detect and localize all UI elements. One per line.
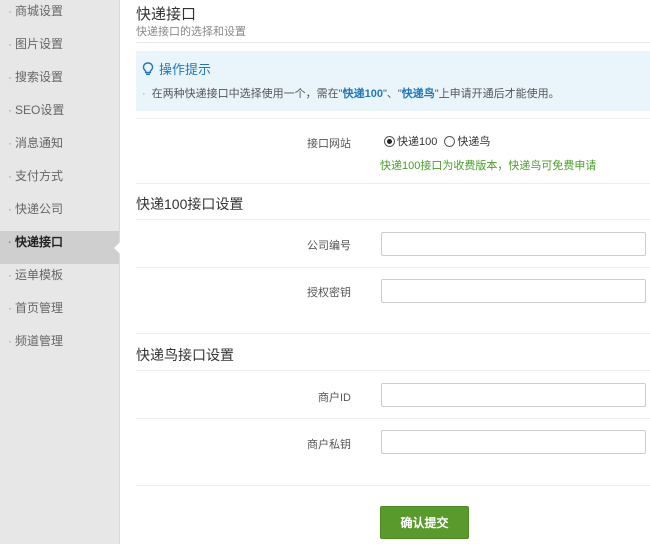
radio-label: 快递鸟 bbox=[457, 136, 491, 148]
tips-highlight-kdniao: 快递鸟 bbox=[401, 88, 435, 100]
divider bbox=[136, 418, 650, 419]
bullet: · bbox=[8, 70, 12, 84]
bullet: · bbox=[8, 334, 12, 348]
company-code-input[interactable] bbox=[381, 232, 646, 256]
sidebar-item-label: 快递接口 bbox=[15, 235, 64, 249]
sidebar-item-label: 支付方式 bbox=[15, 169, 64, 183]
tips-text: · 在两种快递接口中选择使用一个，需在"快递100"、"快递鸟"上申请开通后才能使… bbox=[142, 85, 560, 101]
radio-kd100[interactable]: 快递100 bbox=[384, 133, 437, 149]
sidebar-item-label: SEO设置 bbox=[15, 103, 65, 117]
divider bbox=[136, 42, 650, 43]
radio-checked-icon[interactable] bbox=[384, 136, 395, 147]
sidebar-item-label: 图片设置 bbox=[15, 37, 64, 51]
bullet: · bbox=[8, 169, 12, 183]
sidebar-item-channels[interactable]: · 频道管理 bbox=[0, 330, 119, 363]
tips-highlight-kd100: 快递100 bbox=[342, 88, 383, 100]
bullet: · bbox=[8, 103, 12, 117]
main-content: 快递接口 快递接口的选择和设置 操作提示 · 在两种快递接口中选择使用一个，需在"… bbox=[136, 0, 650, 544]
sidebar-item-label: 运单模板 bbox=[15, 268, 64, 282]
merchant-id-input[interactable] bbox=[381, 383, 646, 407]
tips-header: 操作提示 bbox=[142, 59, 211, 78]
tips-text-part: "上申请开通后才能使用。 bbox=[434, 88, 560, 100]
sidebar-item-payment[interactable]: · 支付方式 bbox=[0, 165, 119, 198]
bullet: · bbox=[8, 4, 12, 18]
bullet: · bbox=[8, 37, 12, 51]
sidebar-item-label: 首页管理 bbox=[15, 301, 64, 315]
sidebar-item-image-settings[interactable]: · 图片设置 bbox=[0, 33, 119, 66]
divider bbox=[136, 267, 650, 268]
divider bbox=[136, 333, 650, 334]
bullet: · bbox=[8, 202, 12, 216]
bullet: · bbox=[8, 268, 12, 282]
tips-text-part: 在两种快递接口中选择使用一个，需在" bbox=[151, 88, 343, 100]
sidebar-item-label: 商城设置 bbox=[15, 4, 64, 18]
radio-kdniao[interactable]: 快递鸟 bbox=[444, 133, 490, 149]
sidebar-item-label: 消息通知 bbox=[15, 136, 64, 150]
divider bbox=[136, 370, 650, 371]
company-code-label: 公司编号 bbox=[307, 240, 351, 252]
sidebar-item-homepage[interactable]: · 首页管理 bbox=[0, 297, 119, 330]
sidebar-item-label: 搜索设置 bbox=[15, 70, 64, 84]
auth-key-input[interactable] bbox=[381, 279, 646, 303]
merchant-key-input[interactable] bbox=[381, 430, 646, 454]
interface-label: 接口网站 bbox=[307, 138, 351, 150]
submit-button[interactable]: 确认提交 bbox=[380, 506, 469, 539]
merchant-id-label: 商户ID bbox=[318, 392, 351, 404]
auth-key-label: 授权密钥 bbox=[307, 287, 351, 299]
tips-title: 操作提示 bbox=[159, 62, 212, 77]
lightbulb-icon bbox=[142, 62, 154, 76]
divider bbox=[136, 118, 650, 119]
radio-label: 快递100 bbox=[397, 136, 438, 148]
divider bbox=[136, 183, 650, 184]
page-title: 快递接口 bbox=[136, 6, 197, 23]
bullet: · bbox=[8, 301, 12, 315]
bullet: · bbox=[142, 88, 146, 100]
radio-unchecked-icon[interactable] bbox=[444, 136, 456, 147]
interface-radio-group: 快递100 快递鸟 bbox=[384, 133, 494, 149]
page-subtitle: 快递接口的选择和设置 bbox=[136, 26, 246, 38]
merchant-key-label: 商户私钥 bbox=[307, 439, 351, 451]
interface-hint: 快递100接口为收费版本，快递鸟可免费申请 bbox=[380, 160, 597, 172]
kd100-section-title: 快递100接口设置 bbox=[136, 196, 244, 212]
sidebar-item-mall-settings[interactable]: · 商城设置 bbox=[0, 0, 119, 33]
kdniao-section-title: 快递鸟接口设置 bbox=[136, 347, 234, 363]
sidebar-item-label: 频道管理 bbox=[15, 334, 64, 348]
sidebar-item-label: 快递公司 bbox=[15, 202, 64, 216]
sidebar-item-search-settings[interactable]: · 搜索设置 bbox=[0, 66, 119, 99]
tips-text-part: "、" bbox=[382, 88, 402, 100]
sidebar: · 商城设置 · 图片设置 · 搜索设置 · SEO设置 · 消息通知 · 支付方式 · 快递… bbox=[0, 0, 120, 544]
sidebar-item-couriers[interactable]: · 快递公司 bbox=[0, 198, 119, 231]
sidebar-item-express-api[interactable]: · 快递接口 bbox=[0, 231, 120, 264]
bullet: · bbox=[8, 136, 12, 150]
divider bbox=[136, 485, 650, 486]
tips-box: 操作提示 · 在两种快递接口中选择使用一个，需在"快递100"、"快递鸟"上申请开… bbox=[136, 51, 650, 111]
bullet: · bbox=[8, 235, 12, 249]
sidebar-item-notifications[interactable]: · 消息通知 bbox=[0, 132, 119, 165]
sidebar-item-waybill-templates[interactable]: · 运单模板 bbox=[0, 264, 119, 297]
sidebar-item-seo-settings[interactable]: · SEO设置 bbox=[0, 99, 119, 132]
divider bbox=[136, 219, 650, 220]
